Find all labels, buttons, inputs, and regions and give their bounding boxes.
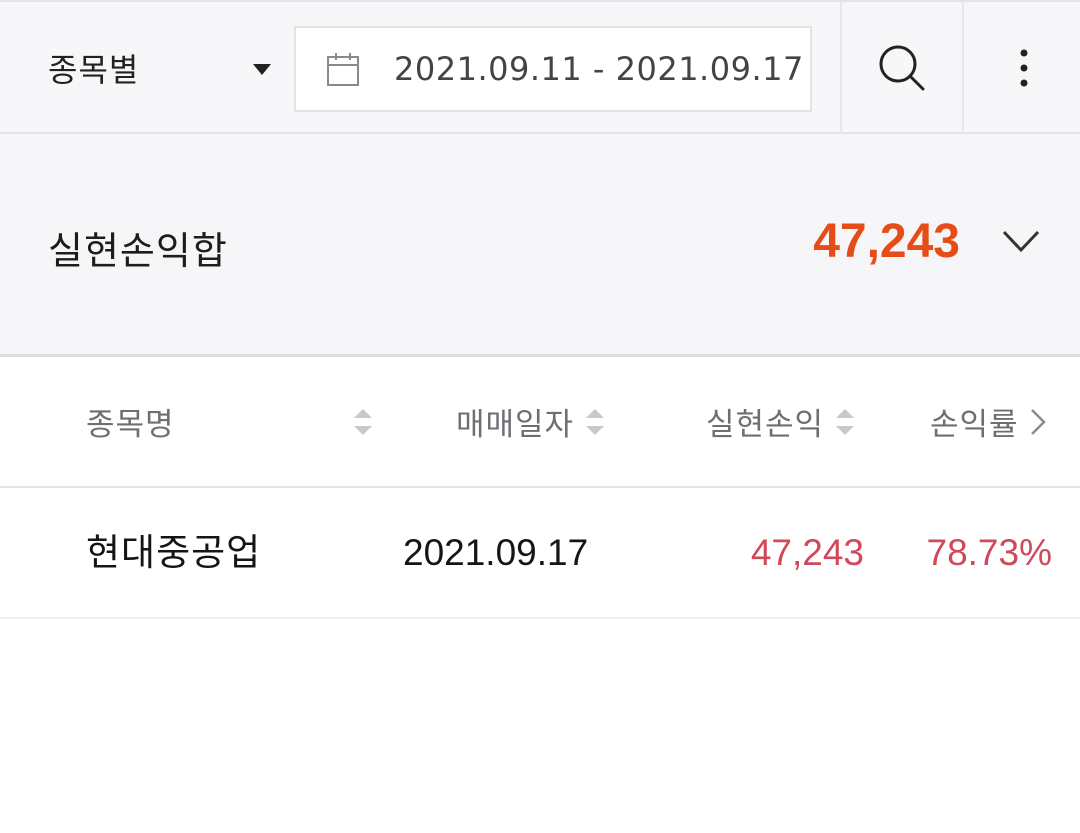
sort-icon xyxy=(354,407,372,437)
date-range-text: 2021.09.11 - 2021.09.17 xyxy=(394,50,804,88)
caret-down-icon xyxy=(253,64,271,75)
column-header-label: 종목명 xyxy=(86,407,175,443)
column-header-profit[interactable]: 실현손익 xyxy=(706,357,855,486)
trade-date: 2021.09.17 xyxy=(403,532,589,573)
group-by-dropdown[interactable]: 종목별 xyxy=(48,2,276,134)
stock-name: 현대중공업 xyxy=(86,531,262,574)
search-icon xyxy=(879,45,925,91)
profit-summary: 실현손익합 47,243 xyxy=(0,134,1080,357)
more-vertical-icon xyxy=(1020,49,1028,87)
table-row[interactable]: 현대중공업 2021.09.17 47,243 78.73% xyxy=(0,488,1080,619)
profit-rate: 78.73% xyxy=(926,532,1053,573)
column-header-label: 실현손익 xyxy=(706,407,825,443)
calendar-icon xyxy=(327,53,359,86)
column-header-name[interactable]: 종목명 xyxy=(86,357,376,486)
realized-profit: 47,243 xyxy=(750,532,864,573)
column-header-date[interactable]: 매매일자 xyxy=(456,357,605,486)
column-header-label: 매매일자 xyxy=(456,407,575,443)
group-by-label: 종목별 xyxy=(48,51,140,89)
sort-icon xyxy=(836,407,855,437)
date-range-picker[interactable]: 2021.09.11 - 2021.09.17 xyxy=(294,26,812,112)
chevron-right-icon[interactable] xyxy=(1027,404,1049,440)
sort-icon xyxy=(586,407,605,437)
column-header-rate[interactable]: 손익률 xyxy=(930,357,1049,486)
filter-bar: 종목별 2021.09.11 - 2021.09.17 xyxy=(0,0,1080,134)
chevron-down-icon[interactable] xyxy=(996,222,1046,262)
more-options-button[interactable] xyxy=(962,2,1080,134)
summary-total: 47,243 xyxy=(813,215,960,268)
summary-title: 실현손익합 xyxy=(48,229,228,273)
table-header: 종목명 매매일자 실현손익 손익률 xyxy=(0,357,1080,488)
column-header-label: 손익률 xyxy=(930,407,1019,443)
search-button[interactable] xyxy=(840,2,962,134)
